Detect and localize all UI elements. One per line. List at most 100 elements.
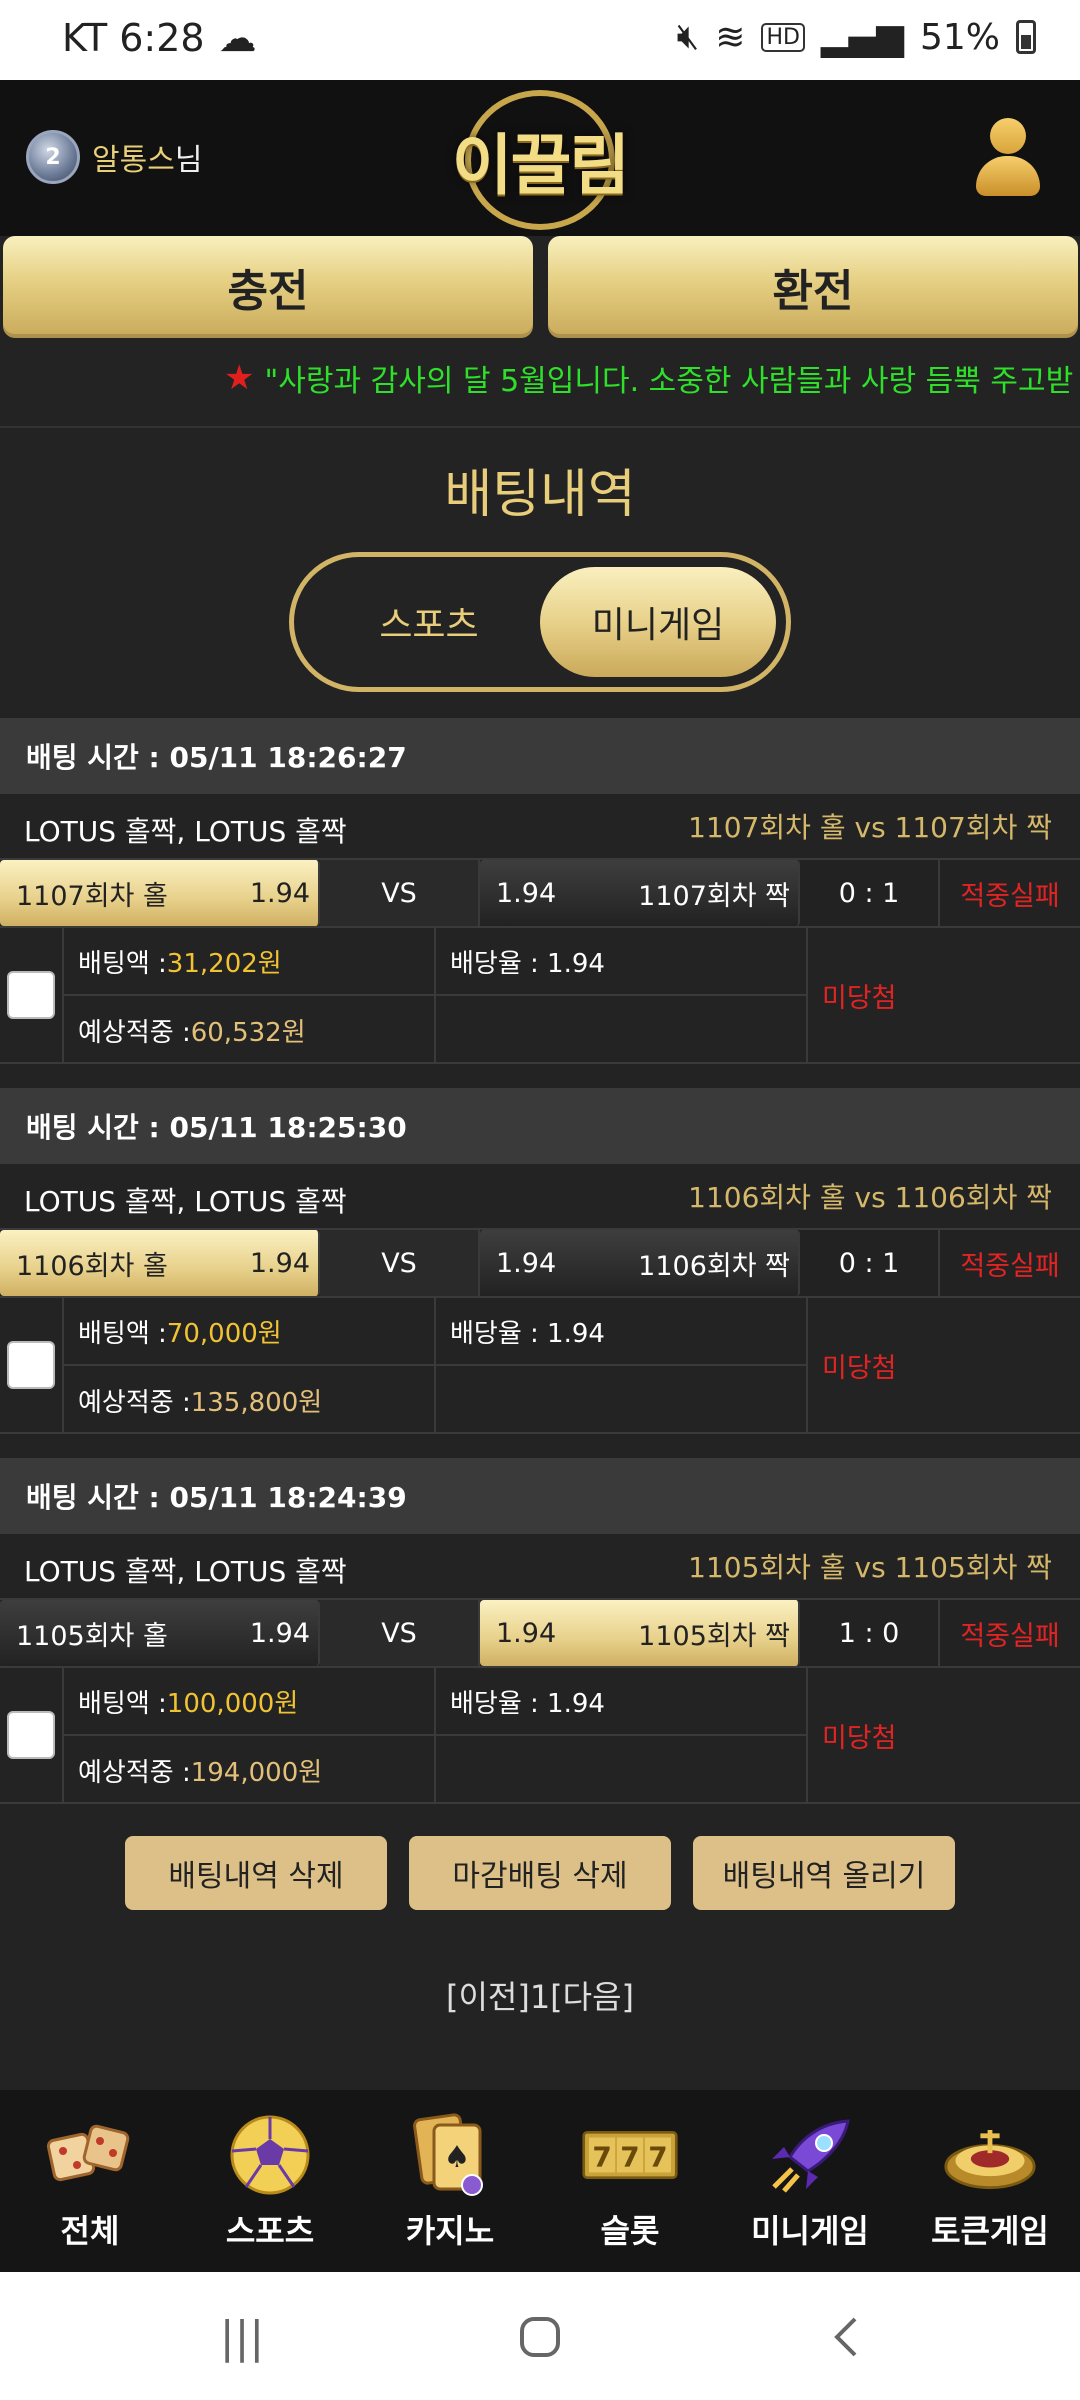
- bet-pick-row: 1107회차 홀 1.94 VS 1.94 1107회차 짝 0 : 1 적중실패: [0, 860, 1080, 928]
- rocket-icon: [762, 2110, 858, 2200]
- bet-time: 배팅 시간 : 05/11 18:25:30: [0, 1088, 1080, 1164]
- nav-label: 전체: [60, 2212, 120, 2250]
- expected-value: 60,532원: [190, 1017, 306, 1048]
- pick-home-label: 1105회차 홀: [16, 1620, 168, 1652]
- bet-game: LOTUS 홀짝, LOTUS 홀짝 1107회차 홀 vs 1107회차 짝: [0, 794, 1080, 860]
- star-icon: ★: [224, 358, 255, 398]
- logo-text: 이끌림: [451, 127, 630, 204]
- pick-home-odds: 1.94: [249, 1617, 310, 1649]
- odds-rate: 배당율 : 1.94: [436, 1668, 808, 1736]
- checkbox-cell: [0, 1668, 64, 1802]
- pick-home-odds: 1.94: [249, 1247, 310, 1279]
- tab-sports[interactable]: 스포츠: [334, 557, 524, 687]
- carrier-time: KT 6:28: [62, 16, 205, 60]
- bet-game: LOTUS 홀짝, LOTUS 홀짝 1105회차 홀 vs 1105회차 짝: [0, 1534, 1080, 1600]
- pick-away-odds: 1.94: [496, 1247, 557, 1279]
- bet-detail: 배팅액 : 70,000원 배당율 : 1.94 예상적중 : 135,800원…: [0, 1298, 1080, 1434]
- result-badge: 적중실패: [940, 1230, 1080, 1296]
- pagination[interactable]: [이전]1[다음]: [0, 1972, 1080, 2018]
- delete-history-button[interactable]: 배팅내역 삭제: [125, 1836, 387, 1910]
- select-checkbox[interactable]: [7, 1711, 55, 1759]
- select-checkbox[interactable]: [7, 971, 55, 1019]
- username-name: 알통스: [92, 143, 175, 178]
- category-toggle: 스포츠 미니게임: [289, 552, 791, 692]
- pick-home-label: 1107회차 홀: [16, 880, 168, 912]
- nav-item-casino[interactable]: ♠ 카지노: [360, 2090, 540, 2272]
- profile-icon[interactable]: [970, 118, 1044, 198]
- app-header: 2 알통스님 이끌림: [0, 80, 1080, 236]
- bet-detail: 배팅액 : 100,000원 배당율 : 1.94 예상적중 : 194,000…: [0, 1668, 1080, 1804]
- wifi-icon: ≋: [715, 16, 746, 58]
- back-icon[interactable]: [816, 2312, 876, 2362]
- score: 0 : 1: [800, 1230, 940, 1296]
- checkbox-cell: [0, 928, 64, 1062]
- soccer-ball-icon: [222, 2110, 318, 2200]
- bet-amount-label: 배팅액 :: [78, 1318, 167, 1349]
- pick-home[interactable]: 1107회차 홀 1.94: [0, 860, 320, 926]
- user-info[interactable]: 2 알통스님: [26, 130, 202, 184]
- pick-home[interactable]: 1106회차 홀 1.94: [0, 1230, 320, 1296]
- status-right: 🔇︎ ≋ HD ▂▄▆ 51%: [677, 16, 1036, 58]
- match-summary: 1105회차 홀 vs 1105회차 짝: [688, 1551, 1052, 1584]
- pick-home[interactable]: 1105회차 홀 1.94: [0, 1600, 320, 1666]
- notice-content: ★ "사랑과 감사의 달 5월입니다. 소중한 사람들과 사랑 듬뿍 주고받: [224, 356, 1073, 400]
- bet-amount-value: 100,000원: [166, 1688, 299, 1719]
- expected-label: 예상적중 :: [78, 1757, 191, 1788]
- nav-item-minigame[interactable]: 미니게임: [720, 2090, 900, 2272]
- pick-away[interactable]: 1.94 1107회차 짝: [480, 860, 800, 926]
- select-checkbox[interactable]: [7, 1341, 55, 1389]
- system-nav-bar: |||: [0, 2272, 1080, 2400]
- score: 1 : 0: [800, 1600, 940, 1666]
- playing-cards-icon: ♠: [402, 2110, 498, 2200]
- bet-time: 배팅 시간 : 05/11 18:26:27: [0, 718, 1080, 794]
- level-badge-icon: 2: [26, 130, 80, 184]
- tab-minigame[interactable]: 미니게임: [540, 567, 776, 677]
- pick-away-odds: 1.94: [496, 1617, 557, 1649]
- signal-icon: ▂▄▆: [820, 16, 904, 58]
- pick-away[interactable]: 1.94 1106회차 짝: [480, 1230, 800, 1296]
- status-bar: KT 6:28 ☁ 🔇︎ ≋ HD ▂▄▆ 51%: [0, 0, 1080, 80]
- bet-amount: 배팅액 : 70,000원: [64, 1298, 436, 1366]
- nav-item-token-game[interactable]: 토큰게임: [900, 2090, 1080, 2272]
- page-title: 배팅내역: [444, 465, 636, 525]
- pick-away-label: 1107회차 짝: [638, 880, 790, 912]
- match-summary: 1107회차 홀 vs 1107회차 짝: [688, 811, 1052, 844]
- exchange-button[interactable]: 환전: [548, 236, 1078, 338]
- expected-label: 예상적중 :: [78, 1017, 191, 1048]
- bet-pick-row: 1106회차 홀 1.94 VS 1.94 1106회차 짝 0 : 1 적중실패: [0, 1230, 1080, 1298]
- nav-item-all[interactable]: 전체: [0, 2090, 180, 2272]
- action-buttons: 배팅내역 삭제 마감배팅 삭제 배팅내역 올리기: [0, 1836, 1080, 1910]
- notice-marquee: ★ "사랑과 감사의 달 5월입니다. 소중한 사람들과 사랑 듬뿍 주고받: [0, 352, 1080, 428]
- notice-text: "사랑과 감사의 달 5월입니다. 소중한 사람들과 사랑 듬뿍 주고받: [264, 364, 1074, 399]
- username: 알통스님: [92, 135, 202, 179]
- username-suffix: 님: [174, 143, 203, 178]
- nav-label: 슬롯: [600, 2212, 660, 2250]
- vs-label: VS: [320, 1600, 480, 1666]
- battery-icon: [1016, 20, 1036, 54]
- status-left: KT 6:28 ☁: [62, 16, 257, 60]
- svg-text:7: 7: [648, 2140, 667, 2173]
- bet-game: LOTUS 홀짝, LOTUS 홀짝 1106회차 홀 vs 1106회차 짝: [0, 1164, 1080, 1230]
- bet-amount-label: 배팅액 :: [78, 948, 167, 979]
- delete-closed-button[interactable]: 마감배팅 삭제: [409, 1836, 671, 1910]
- bottom-nav: 전체 스포츠 ♠ 카지노 777 슬롯 미니게임 토큰게임: [0, 2090, 1080, 2272]
- game-name: LOTUS 홀짝, LOTUS 홀짝: [24, 1555, 347, 1588]
- nav-item-slot[interactable]: 777 슬롯: [540, 2090, 720, 2272]
- bet-amount: 배팅액 : 100,000원: [64, 1668, 436, 1736]
- vs-label: VS: [320, 860, 480, 926]
- site-logo[interactable]: 이끌림: [430, 90, 650, 230]
- checkbox-cell: [0, 1298, 64, 1432]
- game-name: LOTUS 홀짝, LOTUS 홀짝: [24, 1185, 347, 1218]
- odds-rate: 배당율 : 1.94: [436, 1298, 808, 1366]
- bet-pick-row: 1105회차 홀 1.94 VS 1.94 1105회차 짝 1 : 0 적중실패: [0, 1600, 1080, 1668]
- recent-apps-icon[interactable]: |||: [212, 2312, 272, 2363]
- mute-icon: 🔇︎: [676, 16, 700, 57]
- charge-button[interactable]: 충전: [3, 236, 533, 338]
- pick-away[interactable]: 1.94 1105회차 짝: [480, 1600, 800, 1666]
- nav-item-sports[interactable]: 스포츠: [180, 2090, 360, 2272]
- profile-head: [990, 118, 1026, 154]
- home-icon[interactable]: [510, 2312, 570, 2362]
- expected-label: 예상적중 :: [78, 1387, 191, 1418]
- post-history-button[interactable]: 배팅내역 올리기: [693, 1836, 955, 1910]
- bet-amount-value: 70,000원: [166, 1318, 282, 1349]
